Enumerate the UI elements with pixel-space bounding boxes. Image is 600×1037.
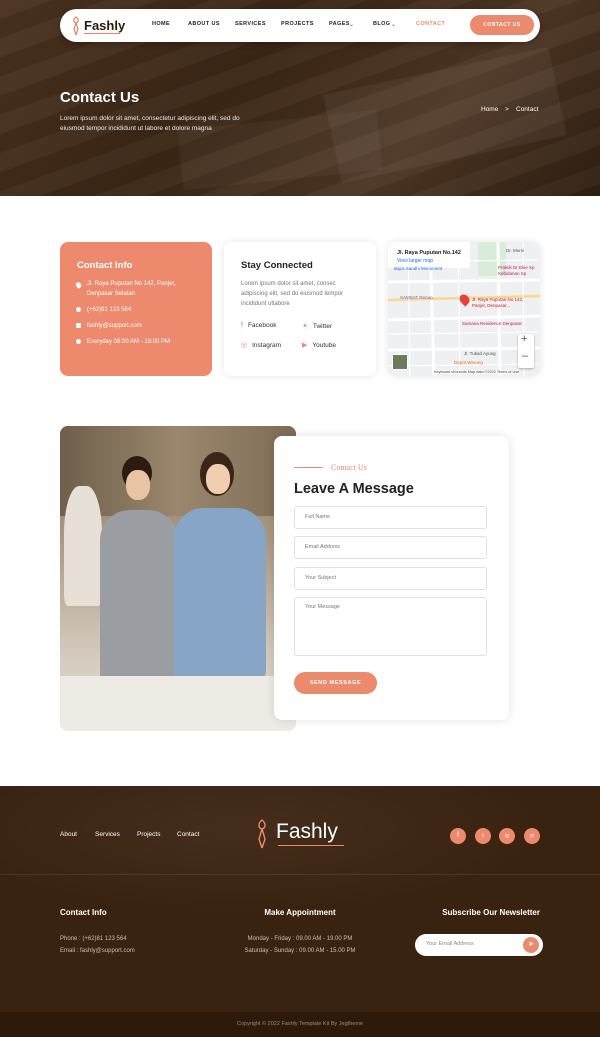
map-place-title: Jl. Raya Puputan No.142 (397, 250, 461, 256)
phone-text: (+62)81 123 564 (87, 307, 132, 313)
copyright: Copyright © 2022 Fashly Template Kit By … (0, 1012, 600, 1037)
youtube-icon: ▶ (302, 342, 308, 349)
email-input[interactable]: Email Address (294, 536, 487, 559)
twitter-icon: ✦ (302, 323, 308, 330)
footer-logo-underline (278, 845, 344, 846)
hours-text: Everyday 08:00 AM - 18:00 PM (87, 339, 171, 345)
map-label-murni: Dr. Murni (506, 248, 525, 253)
footer: About Services Projects Contact Fashly f… (0, 786, 600, 1037)
stay-connected-card: Stay Connected Lorem ipsum dolor sit ame… (224, 242, 376, 376)
eyebrow-line (294, 467, 323, 468)
contact-us-button[interactable]: CONTACT US (470, 15, 534, 35)
hero-description: Lorem ipsum dolor sit amet, consectetur … (60, 115, 240, 132)
clock-icon (76, 338, 81, 344)
footer-texture (0, 786, 600, 926)
map-label-warung: Depot Warung (454, 360, 483, 365)
phone-row: (+62)81 123 564 (76, 305, 131, 315)
send-icon[interactable]: ➤ (523, 937, 539, 953)
location-icon (74, 281, 83, 289)
nav-services[interactable]: SERVICES (235, 21, 266, 27)
zoom-in-button[interactable]: + (521, 333, 527, 345)
instagram-link[interactable]: ◎ Instagram (241, 341, 281, 349)
logo-underline (84, 33, 120, 34)
photo-face (126, 470, 150, 500)
footer-divider (0, 874, 600, 875)
map-satellite-toggle[interactable] (392, 354, 408, 370)
nav-pages[interactable]: PAGES (329, 21, 350, 27)
nav-about-us[interactable]: ABOUT US (188, 21, 220, 27)
footer-youtube-icon[interactable]: yt (524, 828, 540, 844)
facebook-label: Facebook (247, 322, 277, 329)
send-message-button[interactable]: SEND MESSAGE (294, 672, 377, 694)
nav-contact[interactable]: CONTACT (416, 21, 445, 27)
facebook-link[interactable]: f Facebook (241, 322, 277, 329)
subject-input[interactable]: Your Subject (294, 567, 487, 590)
logo-text: Fashly (84, 18, 126, 33)
footer-logo-icon (258, 819, 266, 849)
footer-facebook-icon[interactable]: f (450, 828, 466, 844)
nav-blog[interactable]: BLOG (373, 21, 391, 27)
youtube-label: Youtube (312, 342, 337, 349)
mail-icon (76, 322, 81, 328)
footer-instagram-icon[interactable]: ig (499, 828, 515, 844)
address-text: Jl. Raya Puputan No 142, Panjer, Denpasa… (87, 281, 176, 297)
photo-table (60, 676, 296, 731)
full-name-input[interactable]: Full Name (294, 506, 487, 529)
photo-person-left (100, 510, 178, 680)
logo-icon (73, 16, 79, 36)
breadcrumb-home[interactable]: Home (481, 106, 498, 113)
map-label-tukad: Jl. Tukad Ayung (464, 351, 496, 356)
view-larger-map-link[interactable]: View larger map (397, 258, 433, 264)
chevron-down-icon: ⌄ (349, 22, 355, 28)
twitter-link[interactable]: ✦ Twitter (302, 322, 332, 330)
nav-projects[interactable]: PROJECTS (281, 21, 314, 27)
phone-icon (76, 306, 81, 312)
email-row: fashly@support.com (76, 321, 142, 331)
chevron-down-icon: ⌄ (391, 22, 397, 28)
message-form-card: Contact Us Leave A Message Full Name Ema… (274, 436, 509, 720)
message-textarea[interactable]: Your Message (294, 597, 487, 656)
stay-connected-text: Lorem ipsum dolor sit amet, consec adipi… (241, 281, 344, 307)
map-label-samsat: SAMSAT Renon (400, 295, 433, 300)
breadcrumb-current: Contact (516, 106, 539, 113)
photo-face (206, 464, 230, 494)
map-label-praktik: Praktik Dr Ekie Sp Kebidanan Sp (498, 265, 535, 276)
stay-connected-title: Stay Connected (241, 260, 313, 271)
photo-person-right (174, 508, 266, 678)
footer-link-about[interactable]: About (60, 831, 77, 838)
page-title: Contact Us (60, 89, 140, 106)
contact-info-title: Contact Info (77, 260, 133, 271)
hours-row: Everyday 08:00 AM - 18:00 PM (76, 337, 170, 347)
map-label-monument: Bajra Sandhi Monument (394, 266, 443, 271)
form-title: Leave A Message (294, 481, 414, 497)
zoom-out-button[interactable]: – (522, 350, 528, 362)
map-label-residence: Samana Residence Denpasar (462, 321, 523, 326)
footer-logo[interactable]: Fashly (254, 818, 344, 855)
youtube-link[interactable]: ▶ Youtube (302, 341, 336, 349)
breadcrumb-separator: > (505, 106, 509, 113)
footer-twitter-icon[interactable]: t (475, 828, 491, 844)
form-eyebrow: Contact Us (331, 463, 367, 472)
map-label-pin: Jl. Raya Puputan No 142, Panjer, Denpasa… (472, 297, 524, 308)
footer-logo-text: Fashly (276, 820, 338, 843)
footer-newsletter-title: Subscribe Our Newsletter (442, 908, 540, 917)
logo[interactable]: Fashly (70, 16, 125, 41)
map-attribution: Keyboard shortcuts Map data ©2022 Terms … (434, 370, 520, 374)
map-embed[interactable]: Jl. Raya Puputan No.142 View larger map … (388, 242, 540, 376)
twitter-label: Twitter (312, 323, 333, 330)
instagram-label: Instagram (252, 342, 282, 349)
email-text[interactable]: fashly@support.com (87, 323, 142, 329)
newsletter-placeholder: Your Email Address (426, 941, 474, 947)
instagram-icon: ◎ (241, 342, 248, 349)
tailors-photo (60, 426, 296, 731)
footer-link-projects[interactable]: Projects (137, 831, 160, 838)
contact-info-card: Contact Info Jl. Raya Puputan No 142, Pa… (60, 242, 212, 376)
facebook-icon: f (241, 322, 243, 329)
footer-link-contact[interactable]: Contact (177, 831, 199, 838)
hero-banner: Fashly HOME ABOUT US SERVICES PROJECTS P… (0, 0, 600, 196)
photo-mannequin (64, 486, 102, 606)
nav-home[interactable]: HOME (152, 21, 170, 27)
footer-link-services[interactable]: Services (95, 831, 120, 838)
